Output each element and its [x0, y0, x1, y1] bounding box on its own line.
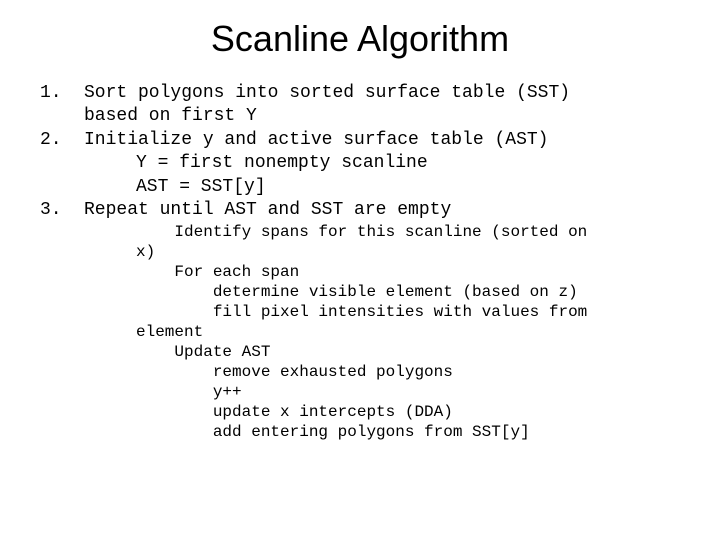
step-text: Sort polygons into sorted surface table … [84, 82, 680, 129]
step-1: 1. Sort polygons into sorted surface tab… [40, 82, 680, 129]
step-3: 3. Repeat until AST and SST are empty [40, 199, 680, 222]
slide: Scanline Algorithm 1. Sort polygons into… [0, 0, 720, 540]
step-number: 1. [40, 82, 84, 129]
algorithm-steps: 1. Sort polygons into sorted surface tab… [40, 82, 680, 442]
page-title: Scanline Algorithm [40, 18, 680, 60]
step-number: 3. [40, 199, 84, 222]
step-3-detail: Identify spans for this scanline (sorted… [136, 222, 680, 442]
step-2-sub-1: Y = first nonempty scanline [136, 152, 680, 175]
step-number: 2. [40, 129, 84, 152]
step-2: 2. Initialize y and active surface table… [40, 129, 680, 152]
step-text: Repeat until AST and SST are empty [84, 199, 680, 222]
step-2-sub-2: AST = SST[y] [136, 176, 680, 199]
step-text: Initialize y and active surface table (A… [84, 129, 680, 152]
